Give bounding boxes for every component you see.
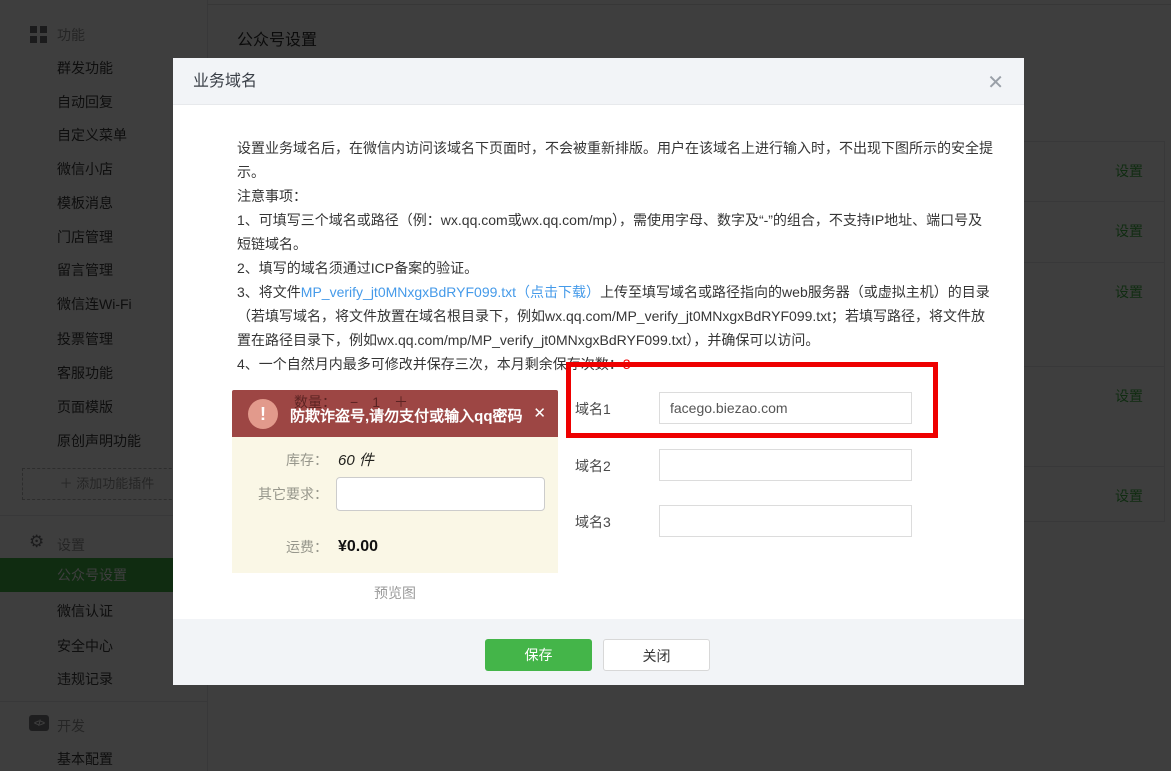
verify-file-download-link[interactable]: MP_verify_jt0MNxgxBdRYF099.txt（点击下载） [301,284,600,300]
warning-text: 防欺诈盗号,请勿支付或输入qq密码 [290,405,523,426]
dialog-footer: 保存 关闭 [173,619,1024,685]
warning-close-icon: ✕ [533,404,546,422]
note-1: 1、可填写三个域名或路径（例：wx.qq.com或wx.qq.com/mp），需… [237,208,993,256]
dialog-title: 业务域名 [193,58,257,105]
domain2-label: 域名2 [575,456,611,476]
preview-card-body: 库存： 60 件 其它要求： 运费： ¥0.00 [232,437,558,573]
other-requirements-row: 其它要求： [240,477,545,511]
domain1-input[interactable] [659,392,912,424]
note-3: 3、将文件MP_verify_jt0MNxgxBdRYF099.txt（点击下载… [237,280,993,352]
shipping-value: ¥0.00 [338,538,378,556]
intro-text: 设置业务域名后，在微信内访问该域名下页面时，不会被重新排版。用户在该域名上进行输… [237,136,993,184]
save-button[interactable]: 保存 [485,639,592,671]
stock-value: 60 件 [338,449,374,470]
close-icon[interactable]: ✕ [987,70,1004,95]
shipping-row: 运费： ¥0.00 [240,537,378,557]
business-domain-dialog: 业务域名 ✕ 设置业务域名后，在微信内访问该域名下页面时，不会被重新排版。用户在… [173,58,1024,685]
other-requirements-input [336,477,545,511]
security-warning-preview: 数量：−1＋ ! 防欺诈盗号,请勿支付或输入qq密码 ✕ 库存： 60 件 其它… [232,390,558,573]
remaining-saves-count: 3 [623,356,631,372]
note-2: 2、填写的域名须通过ICP备案的验证。 [237,256,993,280]
warning-banner: 数量：−1＋ ! 防欺诈盗号,请勿支付或输入qq密码 ✕ [232,390,558,437]
preview-caption: 预览图 [232,583,558,603]
close-button[interactable]: 关闭 [603,639,710,671]
notes-title: 注意事项： [237,184,993,208]
domain3-input[interactable] [659,505,912,537]
dialog-header: 业务域名 ✕ [173,58,1024,105]
note-4: 4、一个自然月内最多可修改并保存三次，本月剩余保存次数：3 [237,352,993,376]
domain3-label: 域名3 [575,512,611,532]
domain1-label: 域名1 [575,399,611,419]
dialog-instructions: 设置业务域名后，在微信内访问该域名下页面时，不会被重新排版。用户在该域名上进行输… [237,136,993,376]
stock-row: 库存： 60 件 [240,449,374,470]
domain2-input[interactable] [659,449,912,481]
warning-exclamation-icon: ! [248,399,278,429]
